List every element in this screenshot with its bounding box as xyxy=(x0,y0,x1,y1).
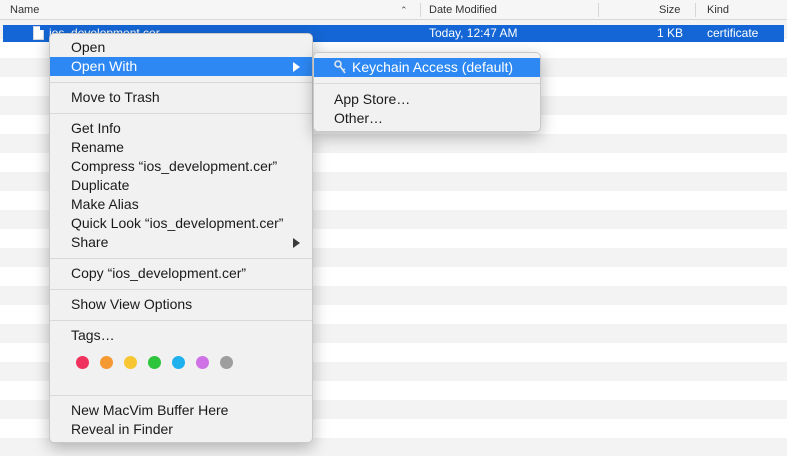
menu-item-duplicate[interactable]: Duplicate xyxy=(50,176,312,195)
tag-purple-dot[interactable] xyxy=(196,356,209,369)
menu-item-open[interactable]: Open xyxy=(50,38,312,57)
menu-item-rename[interactable]: Rename xyxy=(50,138,312,157)
file-date-cell: Today, 12:47 AM xyxy=(429,26,518,40)
menu-separator xyxy=(50,395,312,396)
open-with-submenu: Keychain Access (default) App Store… Oth… xyxy=(313,52,541,132)
file-kind-cell: certificate xyxy=(707,26,759,40)
menu-separator xyxy=(50,320,312,321)
submenu-item-label: Keychain Access (default) xyxy=(352,59,514,75)
column-header-size[interactable]: Size xyxy=(659,0,680,20)
context-menu: Open Open With Move to Trash Get Info Re… xyxy=(49,33,313,443)
menu-item-quick-look[interactable]: Quick Look “ios_development.cer” xyxy=(50,214,312,233)
file-size-cell: 1 KB xyxy=(657,26,684,40)
menu-item-reveal-in-finder[interactable]: Reveal in Finder xyxy=(50,420,312,439)
menu-item-new-macvim-buffer[interactable]: New MacVim Buffer Here xyxy=(50,401,312,420)
tag-yellow-dot[interactable] xyxy=(124,356,137,369)
menu-separator xyxy=(50,289,312,290)
menu-separator xyxy=(314,83,540,84)
tag-red-dot[interactable] xyxy=(76,356,89,369)
keychain-icon xyxy=(334,60,346,74)
tag-green-dot[interactable] xyxy=(148,356,161,369)
menu-item-label: Open With xyxy=(71,58,138,74)
submenu-arrow-icon xyxy=(293,238,300,248)
column-header-kind[interactable]: Kind xyxy=(707,0,729,20)
menu-separator xyxy=(50,113,312,114)
menu-separator xyxy=(50,82,312,83)
column-header-name[interactable]: Name xyxy=(10,0,39,20)
tag-gray-dot[interactable] xyxy=(220,356,233,369)
menu-item-label: Share xyxy=(71,234,109,250)
submenu-item-other[interactable]: Other… xyxy=(314,109,540,128)
menu-item-share[interactable]: Share xyxy=(50,233,312,252)
submenu-arrow-icon xyxy=(293,62,300,72)
menu-item-open-with[interactable]: Open With xyxy=(50,57,312,76)
column-divider[interactable] xyxy=(598,3,599,17)
column-divider[interactable] xyxy=(420,3,421,17)
menu-item-copy[interactable]: Copy “ios_development.cer” xyxy=(50,264,312,283)
tag-orange-dot[interactable] xyxy=(100,356,113,369)
certificate-file-icon xyxy=(33,26,44,40)
menu-item-get-info[interactable]: Get Info xyxy=(50,119,312,138)
submenu-item-app-store[interactable]: App Store… xyxy=(314,90,540,109)
menu-item-make-alias[interactable]: Make Alias xyxy=(50,195,312,214)
column-header-date-modified[interactable]: Date Modified xyxy=(429,0,497,20)
menu-item-compress[interactable]: Compress “ios_development.cer” xyxy=(50,157,312,176)
menu-item-show-view-options[interactable]: Show View Options xyxy=(50,295,312,314)
column-divider[interactable] xyxy=(695,3,696,17)
sort-ascending-icon[interactable]: ⌃ xyxy=(400,0,408,20)
submenu-item-keychain-access[interactable]: Keychain Access (default) xyxy=(314,58,540,77)
menu-item-tags[interactable]: Tags… xyxy=(50,326,312,345)
menu-item-move-to-trash[interactable]: Move to Trash xyxy=(50,88,312,107)
tag-blue-dot[interactable] xyxy=(172,356,185,369)
menu-separator xyxy=(50,258,312,259)
column-header-bar: Name ⌃ Date Modified Size Kind xyxy=(0,0,787,20)
